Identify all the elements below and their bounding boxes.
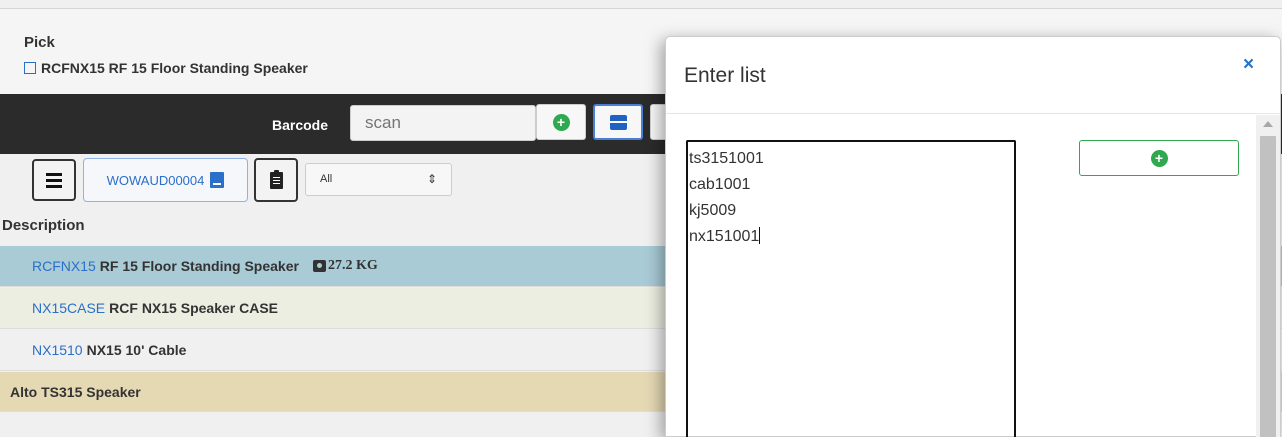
scroll-up-arrow-icon[interactable] [1263, 121, 1273, 127]
modal-scrollbar[interactable] [1256, 115, 1280, 437]
list-line-last: nx151001 [689, 224, 1013, 250]
text-caret [759, 227, 761, 244]
list-line: kj5009 [689, 202, 737, 219]
add-list-button[interactable]: + [1079, 140, 1239, 176]
list-textarea[interactable]: ts3151001 cab1001 kj5009 nx151001 [686, 140, 1016, 437]
list-line: nx151001 [689, 228, 760, 245]
enter-list-modal: Enter list × ts3151001 cab1001 kj5009 nx… [665, 36, 1281, 437]
modal-header: Enter list × [666, 37, 1280, 114]
plus-circle-icon: + [1150, 149, 1168, 167]
close-icon[interactable]: × [1243, 54, 1254, 76]
modal-title: Enter list [684, 64, 766, 87]
list-line: cab1001 [689, 176, 751, 193]
scroll-thumb[interactable] [1260, 136, 1276, 437]
list-line: ts3151001 [689, 150, 764, 167]
